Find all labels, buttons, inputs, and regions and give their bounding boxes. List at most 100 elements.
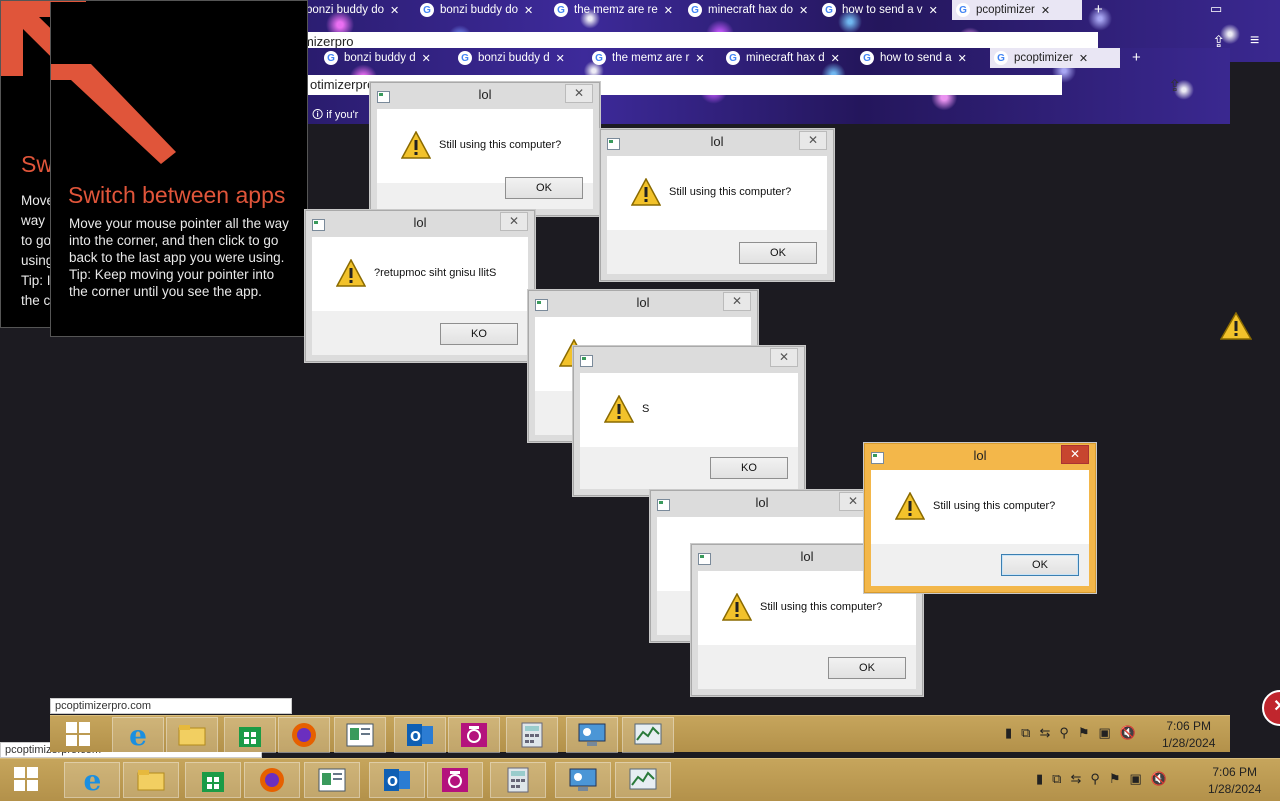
flag-icon[interactable]: ⚑ xyxy=(1078,725,1090,741)
message-dialog[interactable]: lol✕ Still using this computer? OK xyxy=(864,443,1096,593)
dialog-titlebar[interactable]: lol✕ xyxy=(371,83,599,109)
dialog-footer: OK xyxy=(871,544,1089,586)
close-icon[interactable]: ✕ xyxy=(770,348,798,367)
dialog-titlebar[interactable]: lol✕ xyxy=(306,211,534,237)
address-text-ghost: otimizerpro xyxy=(310,77,375,92)
network-icon[interactable]: ▮ xyxy=(1036,771,1043,787)
ok-button[interactable]: OK xyxy=(1001,554,1079,576)
message-dialog[interactable]: lol✕ Still using this computer? OK xyxy=(370,82,600,216)
file-explorer-icon[interactable] xyxy=(166,717,218,753)
outlook-icon[interactable]: O xyxy=(394,717,446,753)
control-panel-icon[interactable] xyxy=(554,762,611,798)
control-panel-icon[interactable] xyxy=(566,717,618,753)
close-circle-icon[interactable]: ✕ xyxy=(1262,690,1280,726)
performance-icon[interactable] xyxy=(622,717,674,753)
dialog-titlebar[interactable]: lol✕ xyxy=(601,130,833,156)
warning-icon xyxy=(895,492,925,520)
message-dialog[interactable]: lol ✕ ?retupmoc siht gnisu llitS KO xyxy=(305,210,535,362)
tab-close-icon[interactable]: ✕ xyxy=(556,52,565,65)
camera-icon[interactable] xyxy=(427,762,484,798)
store-icon[interactable] xyxy=(185,762,242,798)
message-dialog[interactable]: ✕ S KO xyxy=(573,346,805,496)
arrows-icon[interactable]: ⇆ xyxy=(1070,771,1081,787)
camera-icon[interactable] xyxy=(448,717,500,753)
tab-close-icon[interactable]: ✕ xyxy=(664,4,673,17)
tab-close-icon[interactable]: ✕ xyxy=(1041,4,1050,17)
start-icon[interactable] xyxy=(4,762,48,796)
page-snippet-text: if you'r xyxy=(326,109,359,121)
start-icon[interactable] xyxy=(56,717,100,751)
internet-explorer-icon[interactable]: e xyxy=(64,762,121,798)
calculator-icon[interactable] xyxy=(506,717,558,753)
browser-tab[interactable]: Gbonzi buddy do ✕ xyxy=(416,0,546,20)
tab-close-icon[interactable]: ✕ xyxy=(524,4,533,17)
flag-icon[interactable]: ⚑ xyxy=(1109,771,1121,787)
tab-close-icon[interactable]: ✕ xyxy=(958,52,967,65)
tab-close-icon[interactable]: ✕ xyxy=(390,4,399,17)
browser-tab[interactable]: Gthe memz are re ✕ xyxy=(550,0,680,20)
dialog-titlebar[interactable]: lol✕ xyxy=(865,444,1095,470)
browser-tab[interactable]: Gminecraft hax d ✕ xyxy=(722,48,852,68)
new-tab-button[interactable]: + xyxy=(1086,0,1111,22)
new-tab-button[interactable]: + xyxy=(1124,48,1149,70)
close-icon[interactable]: ✕ xyxy=(839,492,867,511)
file-explorer-icon[interactable] xyxy=(122,762,179,798)
tab-close-icon[interactable]: ✕ xyxy=(929,4,938,17)
google-icon: G xyxy=(994,51,1008,65)
device-icon[interactable]: ▣ xyxy=(1130,771,1142,787)
close-icon[interactable]: ✕ xyxy=(500,212,528,231)
close-icon[interactable]: ✕ xyxy=(799,131,827,150)
browser-tab[interactable]: Gminecraft hax do ✕ xyxy=(684,0,814,20)
browser-tab[interactable]: Ghow to send a v ✕ xyxy=(818,0,948,20)
share-icon-ghost[interactable]: ⇪ xyxy=(1168,76,1181,96)
performance-icon[interactable] xyxy=(615,762,672,798)
minimize-icon[interactable]: ▭ xyxy=(1210,1,1222,17)
ok-button[interactable]: OK xyxy=(505,177,583,199)
browser-tab[interactable]: Gpcoptimizer ✕ xyxy=(952,0,1082,20)
ok-button[interactable]: KO xyxy=(710,457,788,479)
tab-close-icon[interactable]: ✕ xyxy=(1079,52,1088,65)
browser-tab[interactable]: Gbonzi buddy d ✕ xyxy=(454,48,584,68)
tab-close-icon[interactable]: ✕ xyxy=(695,52,704,65)
menu-icon[interactable]: ≡ xyxy=(1250,32,1259,50)
show-desktop-icon[interactable]: ⧉ xyxy=(1052,771,1061,787)
search-icon[interactable]: ⚲ xyxy=(1059,725,1069,741)
tab-close-icon[interactable]: ✕ xyxy=(799,4,808,17)
volume-muted-icon[interactable]: 🔇 xyxy=(1120,725,1136,741)
close-icon[interactable]: ✕ xyxy=(723,292,751,311)
outlook-icon[interactable]: O xyxy=(369,762,426,798)
browser-tab[interactable]: Gbonzi buddy d ✕ xyxy=(320,48,450,68)
ok-button[interactable]: KO xyxy=(440,323,518,345)
calculator-icon[interactable] xyxy=(490,762,546,798)
device-icon[interactable]: ▣ xyxy=(1099,725,1111,741)
browser-tab[interactable]: Gthe memz are r ✕ xyxy=(588,48,718,68)
network-icon[interactable]: ▮ xyxy=(1005,725,1012,741)
firefox-icon[interactable] xyxy=(278,717,330,753)
search-icon[interactable]: ⚲ xyxy=(1090,771,1100,787)
tab-close-icon[interactable]: ✕ xyxy=(831,52,840,65)
tab-close-icon[interactable]: ✕ xyxy=(422,52,431,65)
ok-button[interactable]: OK xyxy=(828,657,906,679)
clock[interactable]: 7:06 PM 1/28/2024 xyxy=(1162,718,1215,752)
close-icon[interactable]: ✕ xyxy=(1061,445,1089,464)
browser-tab-row-ghost: Gbonzi buddy d ✕ Gbonzi buddy d ✕ Gthe memz … xyxy=(320,48,1149,70)
clock[interactable]: 7:06 PM 1/28/2024 xyxy=(1208,764,1261,798)
store-icon[interactable] xyxy=(224,717,276,753)
browser-tab[interactable]: Gpcoptimizer ✕ xyxy=(990,48,1120,68)
dialog-titlebar[interactable]: lol✕ xyxy=(651,491,873,517)
dialog-titlebar[interactable]: lol✕ xyxy=(529,291,757,317)
volume-muted-icon[interactable]: 🔇 xyxy=(1151,771,1167,787)
close-icon[interactable]: ✕ xyxy=(565,84,593,103)
tip-heading-cut: Sw xyxy=(21,151,53,177)
ok-button[interactable]: OK xyxy=(739,242,817,264)
firefox-icon[interactable] xyxy=(243,762,300,798)
notepad-icon[interactable] xyxy=(304,762,361,798)
internet-explorer-icon[interactable]: e xyxy=(112,717,164,753)
message-dialog[interactable]: lol✕ Still using this computer? OK xyxy=(600,129,834,281)
show-desktop-icon[interactable]: ⧉ xyxy=(1021,725,1030,741)
browser-tab[interactable]: Ghow to send a ✕ xyxy=(856,48,986,68)
arrows-icon[interactable]: ⇆ xyxy=(1039,725,1050,741)
dialog-titlebar[interactable]: ✕ xyxy=(574,347,804,373)
dialog-content: Still using this computer? xyxy=(607,156,827,230)
notepad-icon[interactable] xyxy=(334,717,386,753)
